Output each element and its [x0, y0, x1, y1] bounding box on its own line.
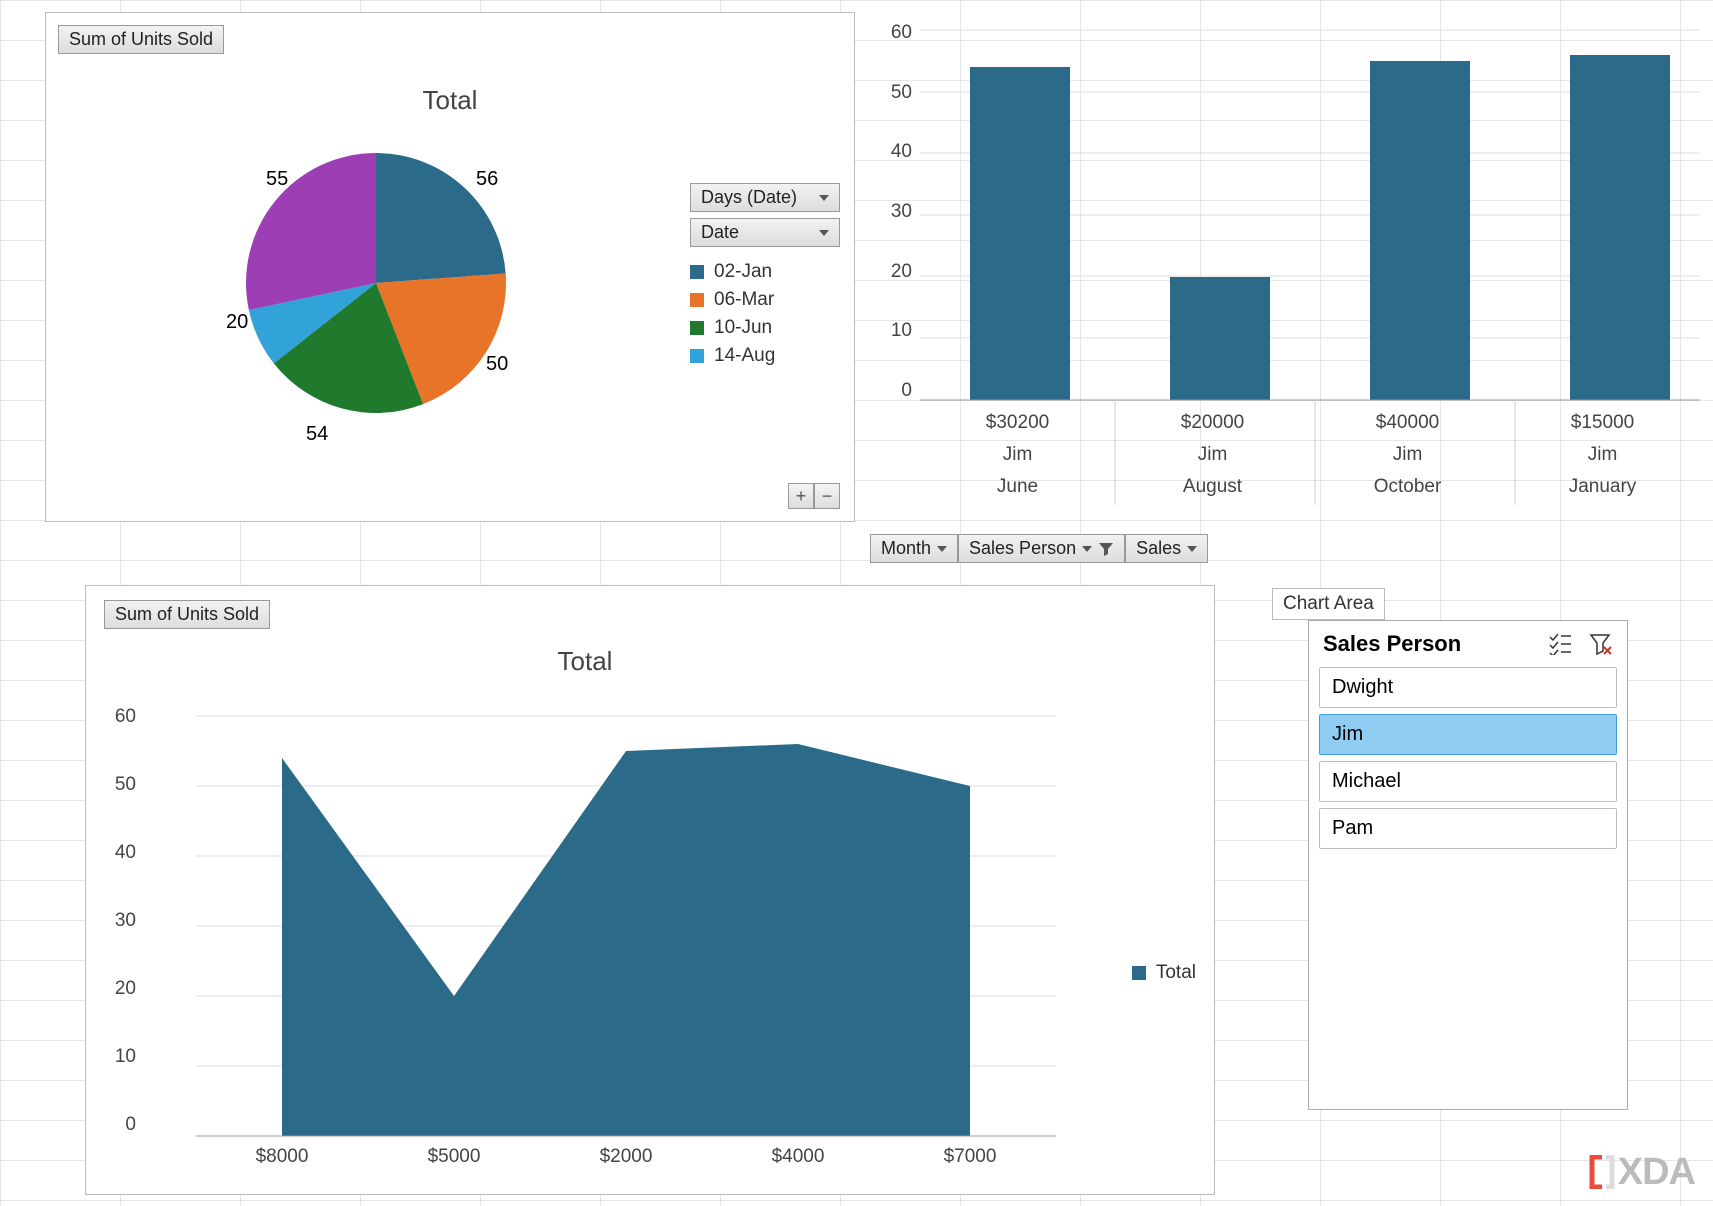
slicer-sales-person[interactable]: Sales Person Dwight Jim Michael Pam — [1308, 620, 1628, 1110]
area-svg — [136, 696, 1096, 1176]
area-legend: Total — [1132, 962, 1196, 984]
bar-cat-month: October — [1310, 476, 1505, 498]
multi-select-icon[interactable] — [1547, 633, 1571, 655]
pie-label-50: 50 — [486, 353, 508, 376]
slicer-item-pam[interactable]: Pam — [1319, 808, 1617, 849]
bar-ytick: 20 — [882, 261, 912, 283]
area-xtick: $4000 — [712, 1146, 884, 1168]
pie-filter-date[interactable]: Date — [690, 218, 840, 247]
legend-item: 06-Mar — [690, 289, 840, 311]
area-ytick: 50 — [106, 774, 136, 796]
funnel-icon — [1098, 541, 1114, 557]
bar-ytick: 10 — [882, 320, 912, 342]
bar-cat-person: Jim — [1310, 444, 1505, 466]
bar-cat-person: Jim — [1115, 444, 1310, 466]
bar-cat-amount: $20000 — [1115, 412, 1310, 434]
area-ytick: 20 — [106, 978, 136, 1000]
bar-cat-month: January — [1505, 476, 1700, 498]
zoom-in-button[interactable]: + — [788, 483, 814, 509]
area-chart-container[interactable]: Sum of Units Sold Total 0 10 20 30 40 50… — [85, 585, 1215, 1195]
bar-cat-month: June — [920, 476, 1115, 498]
slicer-item-dwight[interactable]: Dwight — [1319, 667, 1617, 708]
chevron-down-icon — [1187, 546, 1197, 552]
pie-label-55: 55 — [266, 168, 288, 191]
area-xtick: $2000 — [540, 1146, 712, 1168]
area-ytick: 10 — [106, 1046, 136, 1068]
zoom-out-button[interactable]: − — [814, 483, 840, 509]
legend-item: 10-Jun — [690, 317, 840, 339]
chart-area-tooltip: Chart Area — [1272, 588, 1385, 620]
slicer-item-jim[interactable]: Jim — [1319, 714, 1617, 755]
bar-filter-month[interactable]: Month — [870, 534, 958, 563]
legend-item: 02-Jan — [690, 261, 840, 283]
area-ytick: 0 — [106, 1114, 136, 1136]
chevron-down-icon — [819, 195, 829, 201]
pie-label-20: 20 — [226, 311, 248, 334]
area-xtick: $7000 — [884, 1146, 1056, 1168]
area-title: Total — [86, 646, 1084, 677]
pie-field-button[interactable]: Sum of Units Sold — [58, 25, 224, 54]
pie-filter-days-label: Days (Date) — [701, 187, 797, 208]
pie-filter-date-label: Date — [701, 222, 739, 243]
pie-label-56: 56 — [476, 168, 498, 191]
bar-cat-amount: $15000 — [1505, 412, 1700, 434]
chevron-down-icon — [937, 546, 947, 552]
bar-ytick: 50 — [882, 82, 912, 104]
area-xtick: $5000 — [368, 1146, 540, 1168]
bar-cat-month: August — [1115, 476, 1310, 498]
bar-ytick: 0 — [882, 380, 912, 402]
bar-cat-amount: $30200 — [920, 412, 1115, 434]
minus-icon: − — [822, 486, 833, 507]
bar-cat-amount: $40000 — [1310, 412, 1505, 434]
area-xtick: $8000 — [196, 1146, 368, 1168]
bar-ytick: 30 — [882, 201, 912, 223]
bar-cat-person: Jim — [920, 444, 1115, 466]
bar-filter-sales[interactable]: Sales — [1125, 534, 1208, 563]
watermark-logo: XDA — [1586, 1151, 1695, 1194]
area-ytick: 30 — [106, 910, 136, 932]
pie-chart-container[interactable]: Sum of Units Sold Total 56 50 54 20 55 D… — [45, 12, 855, 522]
area-ytick: 40 — [106, 842, 136, 864]
bar-chart-container[interactable]: 0 10 20 30 40 50 60 $30200 Jim June $200… — [870, 0, 1710, 560]
bar-ytick: 40 — [882, 141, 912, 163]
chevron-down-icon — [819, 230, 829, 236]
bar-ytick: 60 — [882, 22, 912, 44]
logo-bracket-icon — [1586, 1155, 1616, 1189]
pie-label-54: 54 — [306, 423, 328, 446]
slicer-item-michael[interactable]: Michael — [1319, 761, 1617, 802]
clear-filter-icon[interactable] — [1589, 633, 1613, 655]
bar-cat-person: Jim — [1505, 444, 1700, 466]
pie-title: Total — [46, 85, 854, 116]
pie-field-label: Sum of Units Sold — [69, 29, 213, 50]
chevron-down-icon — [1082, 546, 1092, 552]
area-ytick: 60 — [106, 706, 136, 728]
area-field-label: Sum of Units Sold — [115, 604, 259, 625]
pie-svg — [246, 153, 506, 413]
slicer-title: Sales Person — [1323, 631, 1461, 657]
pie-filter-days[interactable]: Days (Date) — [690, 183, 840, 212]
area-field-button[interactable]: Sum of Units Sold — [104, 600, 270, 629]
plus-icon: + — [796, 486, 807, 507]
bar-filter-person[interactable]: Sales Person — [958, 534, 1125, 563]
legend-item: 14-Aug — [690, 345, 840, 367]
